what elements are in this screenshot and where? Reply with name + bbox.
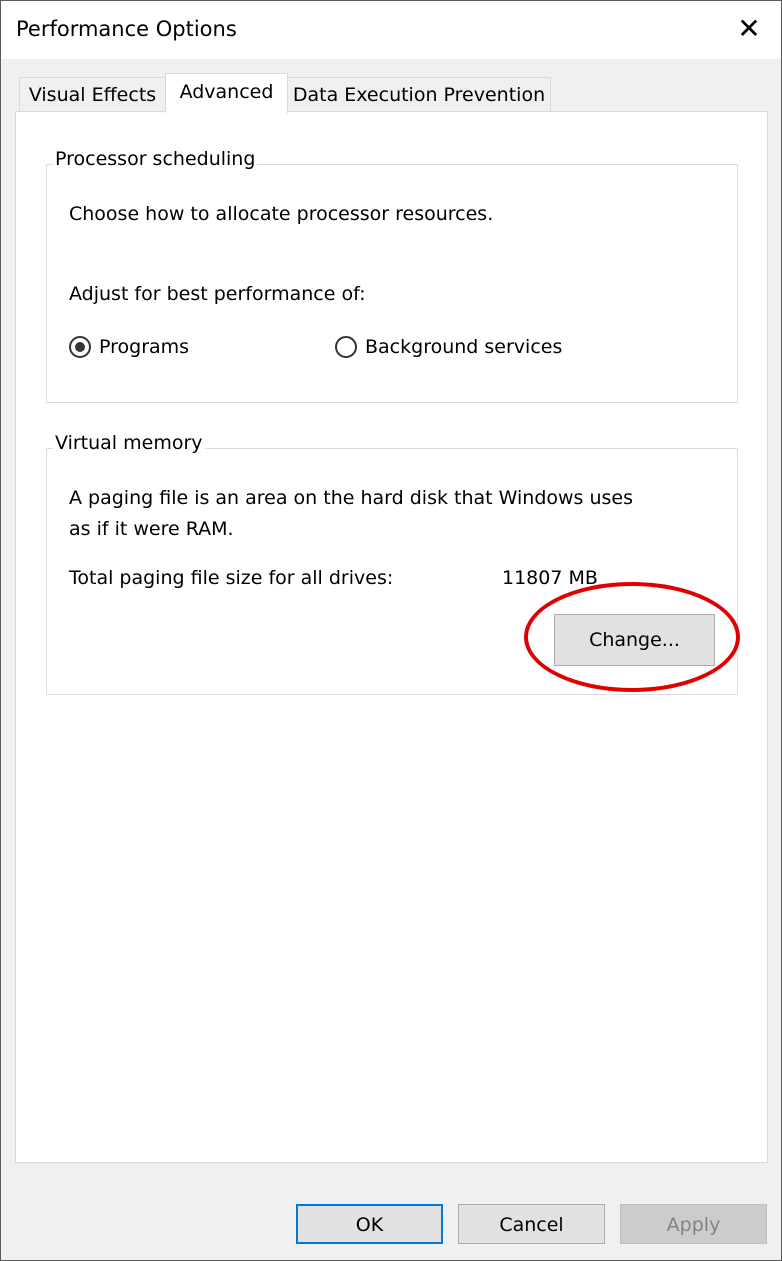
close-icon[interactable]: ✕ (731, 11, 767, 47)
virtual-memory-description-2: as if it were RAM. (69, 518, 234, 540)
processor-scheduling-group: Processor scheduling Choose how to alloc… (46, 148, 738, 403)
cancel-button[interactable]: Cancel (458, 1204, 605, 1244)
tab-data-execution-prevention[interactable]: Data Execution Prevention (287, 77, 551, 112)
tab-visual-effects[interactable]: Visual Effects (19, 77, 166, 112)
virtual-memory-group: Virtual memory A paging file is an area … (46, 432, 738, 695)
adjust-label: Adjust for best performance of: (69, 283, 366, 305)
window-title: Performance Options (16, 17, 237, 41)
virtual-memory-description-1: A paging file is an area on the hard dis… (69, 487, 634, 509)
radio-unselected-icon (335, 336, 357, 358)
change-button[interactable]: Change... (554, 614, 715, 666)
radio-background-services-label: Background services (365, 336, 563, 358)
title-bar: Performance Options ✕ (1, 1, 781, 59)
apply-button: Apply (620, 1204, 767, 1244)
processor-description: Choose how to allocate processor resourc… (69, 203, 494, 225)
total-paging-label: Total paging file size for all drives: (69, 567, 394, 589)
radio-programs[interactable]: Programs (69, 336, 189, 358)
advanced-tab-panel: Processor scheduling Choose how to alloc… (15, 111, 768, 1163)
radio-programs-label: Programs (99, 336, 190, 358)
total-paging-value: 11807 MB (502, 567, 598, 589)
processor-scheduling-label: Processor scheduling (53, 148, 258, 170)
radio-selected-icon (69, 336, 91, 358)
tab-advanced[interactable]: Advanced (165, 73, 288, 113)
ok-button[interactable]: OK (296, 1204, 443, 1244)
virtual-memory-label: Virtual memory (53, 432, 205, 454)
radio-background-services[interactable]: Background services (335, 336, 562, 358)
performance-options-dialog: Performance Options ✕ Visual Effects Adv… (0, 0, 782, 1261)
